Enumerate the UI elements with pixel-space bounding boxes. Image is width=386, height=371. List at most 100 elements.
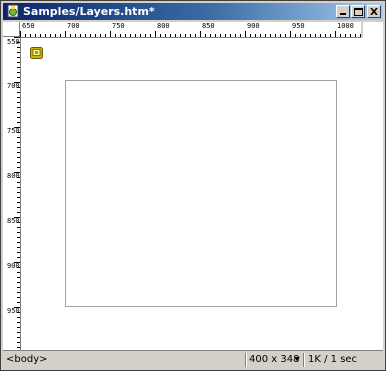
document-icon	[7, 4, 19, 18]
ruler-tick	[50, 34, 51, 37]
ruler-tick	[17, 117, 20, 118]
ruler-tick	[125, 34, 126, 37]
ruler-tick	[17, 67, 20, 68]
ruler-tick	[145, 34, 146, 37]
ruler-tick	[80, 34, 81, 37]
ruler-label: 800	[7, 172, 20, 180]
ruler-label: 700	[67, 22, 80, 30]
ruler-tick	[17, 162, 20, 163]
ruler-tick	[245, 31, 246, 37]
ruler-label: 900	[7, 262, 20, 270]
ruler-tick	[140, 34, 141, 37]
ruler-tick	[17, 332, 20, 333]
vertical-ruler[interactable]: 550 700 750 800 850 900 950	[3, 37, 21, 350]
ruler-tick	[160, 34, 161, 37]
ruler-tick	[260, 34, 261, 37]
window-size-dropdown[interactable]: 400 x 348	[249, 354, 299, 366]
ruler-tick	[250, 34, 251, 37]
ruler-tick	[17, 212, 20, 213]
ruler-tick	[90, 34, 91, 37]
ruler-tick	[17, 192, 20, 193]
ruler-tick	[14, 172, 20, 173]
ruler-tick	[17, 317, 20, 318]
ruler-tick	[17, 347, 20, 348]
ruler-tick	[17, 312, 20, 313]
horizontal-ruler[interactable]: 650 700 750 800 850 900 950 1000	[20, 22, 361, 38]
ruler-tick	[360, 34, 361, 37]
ruler-tick	[220, 34, 221, 37]
ruler-tick	[17, 247, 20, 248]
ruler-tick	[210, 34, 211, 37]
close-button[interactable]	[367, 5, 381, 18]
ruler-tick	[14, 37, 20, 38]
ruler-tick	[340, 34, 341, 37]
ruler-tick	[165, 34, 166, 37]
ruler-label: 550	[7, 38, 20, 46]
ruler-tick	[17, 42, 20, 43]
ruler-tick	[180, 34, 181, 37]
ruler-tick	[17, 87, 20, 88]
ruler-tick	[310, 34, 311, 37]
ruler-tick	[330, 34, 331, 37]
layer-box[interactable]	[65, 80, 337, 307]
ruler-tick	[200, 31, 201, 37]
ruler-tick	[290, 31, 291, 37]
ruler-tick	[100, 34, 101, 37]
ruler-tick	[350, 34, 351, 37]
ruler-tick	[17, 157, 20, 158]
ruler-tick	[230, 34, 231, 37]
ruler-tick	[17, 342, 20, 343]
tag-selector[interactable]: <body>	[6, 354, 48, 366]
layer-anchor-icon[interactable]	[30, 47, 43, 59]
ruler-tick	[105, 34, 106, 37]
ruler-tick	[17, 107, 20, 108]
ruler-tick	[17, 232, 20, 233]
ruler-tick	[155, 31, 156, 37]
design-view-margin	[363, 22, 383, 350]
ruler-tick	[17, 207, 20, 208]
ruler-tick	[195, 34, 196, 37]
ruler-tick	[110, 31, 111, 37]
ruler-label: 950	[7, 307, 20, 315]
title-bar[interactable]: Samples/Layers.htm*	[3, 3, 383, 20]
ruler-tick	[17, 152, 20, 153]
ruler-tick	[17, 177, 20, 178]
ruler-tick	[17, 137, 20, 138]
ruler-tick	[295, 34, 296, 37]
ruler-tick	[280, 34, 281, 37]
status-separator	[245, 353, 247, 367]
ruler-tick	[17, 222, 20, 223]
ruler-tick	[175, 34, 176, 37]
ruler-tick	[17, 242, 20, 243]
ruler-tick	[215, 34, 216, 37]
ruler-tick	[17, 267, 20, 268]
ruler-tick	[30, 34, 31, 37]
ruler-tick	[17, 237, 20, 238]
ruler-tick	[17, 122, 20, 123]
ruler-tick	[17, 52, 20, 53]
ruler-tick	[17, 92, 20, 93]
ruler-tick	[325, 34, 326, 37]
ruler-tick	[17, 272, 20, 273]
ruler-label: 750	[7, 127, 20, 135]
ruler-tick	[235, 34, 236, 37]
minimize-button[interactable]	[336, 5, 350, 18]
ruler-tick	[275, 34, 276, 37]
ruler-tick	[17, 187, 20, 188]
ruler-tick	[190, 34, 191, 37]
ruler-tick	[270, 34, 271, 37]
maximize-button[interactable]	[351, 5, 365, 18]
ruler-tick	[17, 252, 20, 253]
chevron-down-icon[interactable]	[294, 357, 300, 361]
ruler-label: 850	[202, 22, 215, 30]
ruler-tick	[17, 327, 20, 328]
ruler-label: 750	[112, 22, 125, 30]
ruler-tick	[17, 167, 20, 168]
ruler-tick	[240, 34, 241, 37]
ruler-label: 650	[22, 22, 35, 30]
ruler-label: 800	[157, 22, 170, 30]
ruler-tick	[14, 262, 20, 263]
document-window: Samples/Layers.htm* 650 700 750 800 850 …	[0, 0, 386, 371]
ruler-tick	[95, 34, 96, 37]
window-title: Samples/Layers.htm*	[23, 5, 155, 18]
